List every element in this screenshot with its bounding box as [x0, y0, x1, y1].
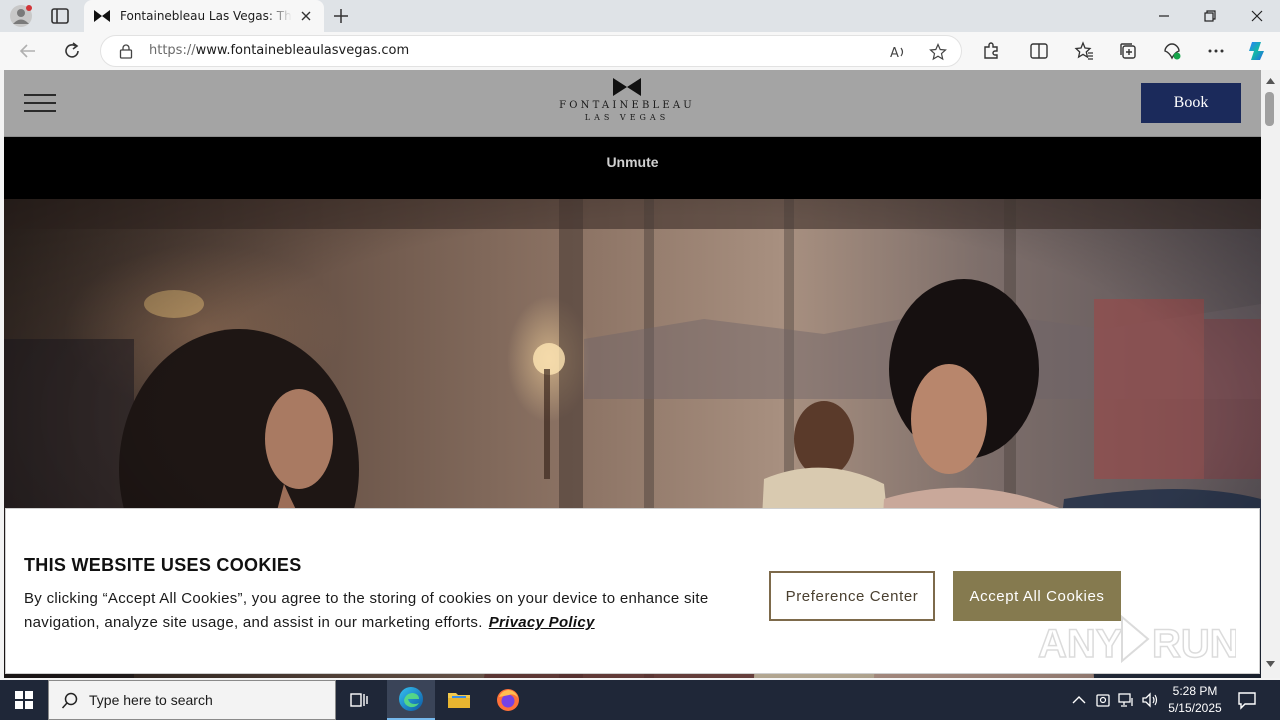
- lock-icon[interactable]: [119, 44, 133, 59]
- firefox-icon: [497, 689, 519, 711]
- unmute-button[interactable]: Unmute: [4, 154, 1261, 170]
- system-clock[interactable]: 5:28 PM 5/15/2025: [1160, 683, 1230, 717]
- cookie-consent-banner: THIS WEBSITE USES COOKIES By clicking “A…: [5, 508, 1260, 674]
- browser-tab-active[interactable]: Fontainebleau Las Vegas: The Best Luxury…: [84, 0, 324, 32]
- restore-icon[interactable]: [1202, 8, 1218, 24]
- scroll-thumb[interactable]: [1265, 92, 1274, 126]
- logo-subtitle: LAS VEGAS: [584, 113, 670, 122]
- page-scrollbar[interactable]: [1261, 70, 1280, 678]
- taskbar-edge[interactable]: [387, 680, 435, 720]
- clock-date: 5/15/2025: [1168, 701, 1222, 715]
- volume-icon[interactable]: [1141, 691, 1159, 709]
- browser-essentials-icon[interactable]: [1162, 41, 1182, 61]
- extensions-icon[interactable]: [981, 41, 1001, 61]
- split-screen-icon[interactable]: [1029, 41, 1049, 61]
- new-tab-icon[interactable]: [332, 7, 350, 25]
- search-placeholder: Type here to search: [89, 692, 213, 708]
- video-control-bar: Unmute: [4, 137, 1261, 199]
- start-button[interactable]: [0, 680, 48, 720]
- windows-logo-icon: [15, 691, 33, 709]
- privacy-policy-link[interactable]: Privacy Policy: [489, 614, 595, 631]
- address-bar[interactable]: https://www.fontainebleaulasvegas.com A: [100, 35, 962, 67]
- clock-time: 5:28 PM: [1172, 684, 1218, 698]
- book-button[interactable]: Book: [1141, 83, 1241, 123]
- svg-text:A: A: [890, 46, 899, 61]
- taskbar-file-explorer[interactable]: [435, 680, 483, 720]
- svg-text:ANY: ANY: [1038, 622, 1123, 666]
- meet-now-icon[interactable]: [1094, 691, 1112, 709]
- logo-name: FONTAINEBLEAU: [559, 100, 695, 111]
- minimize-icon[interactable]: [1156, 8, 1172, 24]
- back-arrow-icon[interactable]: [18, 41, 38, 61]
- edge-browser-icon: [399, 687, 423, 711]
- read-aloud-icon[interactable]: A: [889, 43, 907, 61]
- taskbar-search-box[interactable]: Type here to search: [48, 680, 336, 720]
- task-view-icon: [350, 693, 368, 707]
- copilot-icon[interactable]: [1246, 39, 1270, 63]
- favorite-star-icon[interactable]: [929, 43, 947, 61]
- scroll-up-icon[interactable]: [1266, 77, 1275, 85]
- svg-text:RUN: RUN: [1152, 622, 1236, 666]
- folder-icon: [448, 693, 470, 708]
- collections-icon[interactable]: [1118, 41, 1138, 61]
- favorites-icon[interactable]: [1074, 41, 1094, 61]
- task-view-button[interactable]: [336, 680, 384, 720]
- fontainebleau-favicon-icon: [94, 10, 110, 22]
- preference-center-button[interactable]: Preference Center: [769, 571, 935, 621]
- site-header: FONTAINEBLEAU LAS VEGAS Book: [4, 70, 1261, 137]
- anyrun-watermark-logo: ANY RUN: [1037, 614, 1236, 667]
- hamburger-menu-icon[interactable]: [24, 94, 56, 114]
- windows-taskbar: Type here to search 5:28 PM 5/15/2025: [0, 680, 1280, 720]
- tab-title: Fontainebleau Las Vegas: The Best Luxury…: [120, 9, 292, 23]
- notifications-icon[interactable]: [1237, 690, 1257, 710]
- network-icon[interactable]: [1117, 691, 1135, 709]
- site-logo[interactable]: FONTAINEBLEAU LAS VEGAS: [552, 78, 702, 130]
- cookie-title: THIS WEBSITE USES COOKIES: [24, 555, 302, 575]
- url-text[interactable]: https://www.fontainebleaulasvegas.com: [149, 43, 409, 58]
- taskbar-firefox[interactable]: [484, 680, 532, 720]
- close-window-icon[interactable]: [1249, 8, 1265, 24]
- close-tab-icon[interactable]: [298, 8, 314, 24]
- refresh-icon[interactable]: [62, 41, 82, 61]
- search-icon: [61, 692, 78, 709]
- browser-tab-bar: Fontainebleau Las Vegas: The Best Luxury…: [0, 0, 1280, 32]
- browser-toolbar: https://www.fontainebleaulasvegas.com A: [0, 32, 1280, 70]
- tab-actions-icon[interactable]: [50, 7, 70, 25]
- show-hidden-icons-chevron-icon[interactable]: [1070, 691, 1088, 709]
- profile-icon[interactable]: [10, 5, 32, 27]
- cookie-description: By clicking “Accept All Cookies”, you ag…: [24, 590, 709, 631]
- scroll-down-icon[interactable]: [1266, 660, 1275, 668]
- more-options-icon[interactable]: [1206, 41, 1226, 61]
- fontainebleau-bowtie-icon: [613, 78, 641, 96]
